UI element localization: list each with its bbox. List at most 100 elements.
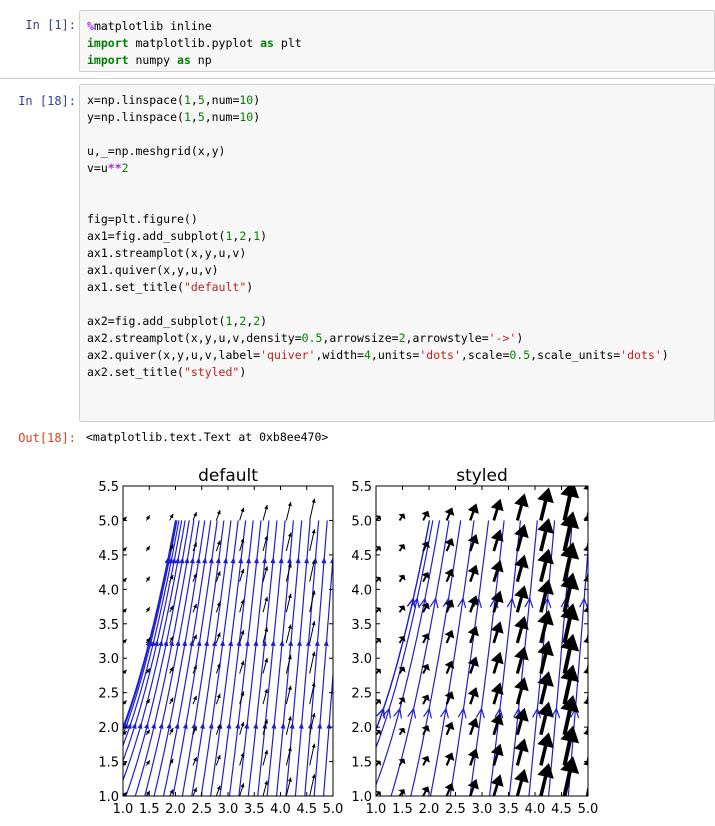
quiver-arrow: [421, 755, 430, 766]
quiver-head: [145, 515, 150, 520]
y-tick-label: 2.5: [351, 687, 372, 702]
quiver-head: [335, 526, 339, 530]
code-token: ,: [190, 93, 198, 107]
quiver-head: [145, 760, 150, 765]
stream-arrow: [137, 722, 143, 729]
x-tick-label: 4.0: [270, 802, 291, 817]
quiver-head: [311, 682, 316, 687]
input-prompt: In [1]:: [25, 18, 76, 32]
plot-area: [376, 486, 598, 796]
quiver-arrow: [332, 762, 333, 766]
quiver-arrow: [490, 621, 504, 644]
quiver-arrow: [398, 513, 406, 521]
y-tick-label: 4.0: [98, 583, 119, 598]
stream-arrow: [174, 557, 180, 564]
code-editor[interactable]: %matplotlib inline import matplotlib.pypl…: [79, 10, 715, 72]
code-line: ax2.streamplot(x,y,u,v,density=0.5,arrow…: [87, 330, 714, 347]
quiver-head: [335, 617, 339, 621]
code-token: 'dots': [419, 348, 461, 362]
streamline: [332, 787, 333, 796]
code-token: 1: [183, 110, 191, 124]
quiver-arrow: [583, 728, 588, 766]
quiver-head: [287, 532, 292, 537]
quiver-head: [335, 709, 339, 713]
code-line: x=np.linspace(1,5,num=10): [87, 92, 714, 109]
code-token: import: [87, 53, 129, 67]
code-token: ): [239, 365, 247, 379]
quiver-arrow: [398, 666, 406, 675]
quiver-arrow: [467, 533, 479, 552]
stream-arrow: [175, 639, 181, 647]
quiver-arrow: [514, 493, 529, 521]
streamline: [587, 788, 588, 796]
code-line: ax1.set_title("default"): [87, 279, 714, 296]
quiver-arrow: [514, 523, 529, 552]
x-tick-label: 4.5: [296, 802, 317, 817]
chart-title: default: [198, 466, 258, 486]
code-token: ): [253, 110, 261, 124]
stream-arrow: [228, 639, 234, 647]
quiver-arrow: [332, 640, 333, 643]
code-token: as: [177, 53, 191, 67]
quiver-arrow: [490, 774, 504, 796]
stream-arrow: [182, 639, 188, 647]
code-token: **: [107, 161, 122, 175]
code-token: u,_=np.meshgrid(x,y): [87, 144, 226, 158]
stream-arrow: [223, 557, 228, 564]
code-line: ax1.quiver(x,y,u,v): [87, 262, 714, 279]
code-token: 'quiver': [260, 348, 316, 362]
quiver-arrow: [537, 640, 554, 674]
code-token: 'dots': [620, 348, 662, 362]
stream-arrow: [211, 639, 217, 647]
code-token: '->': [488, 331, 517, 345]
stream-arrow: [158, 722, 164, 729]
stream-arrow: [166, 722, 172, 729]
code-line: fig=plt.figure(): [87, 211, 714, 228]
quiver-arrow: [467, 778, 479, 796]
stream-arrow: [590, 709, 598, 718]
quiver-arrow: [332, 701, 333, 705]
quiver-head: [311, 743, 316, 748]
code-token: ,scale_units=: [530, 348, 621, 362]
y-tick-label: 3.5: [98, 618, 119, 633]
x-tick-label: 2.0: [165, 802, 186, 817]
stream-arrow: [208, 722, 214, 729]
code-token: ): [661, 348, 669, 362]
quiver-arrow: [421, 694, 430, 705]
code-token: ): [253, 93, 261, 107]
code-editor[interactable]: x=np.linspace(1,5,num=10) y=np.linspace(1…: [79, 84, 715, 422]
quiver-arrow: [332, 793, 333, 796]
quiver-head: [335, 556, 339, 560]
y-tick-label: 1.0: [351, 790, 372, 805]
x-tick-label: 1.5: [139, 802, 160, 817]
quiver-head: [287, 624, 292, 629]
code-cell-2: In [18]: x=np.linspace(1,5,num=10) y=np.l…: [0, 84, 715, 422]
stream-arrow: [163, 639, 169, 647]
y-tick-label: 3.5: [351, 618, 372, 633]
code-token: ax2.set_title(: [87, 365, 184, 379]
code-text[interactable]: %matplotlib inline import matplotlib.pypl…: [87, 18, 714, 69]
cell-divider: [0, 78, 715, 79]
stream-arrow: [204, 639, 210, 647]
code-text[interactable]: x=np.linspace(1,5,num=10) y=np.linspace(1…: [87, 92, 714, 381]
quiver-head: [311, 774, 316, 779]
y-tick-label: 2.0: [351, 721, 372, 736]
code-token: 5: [197, 110, 205, 124]
output-prompt: Out[18]:: [18, 431, 76, 445]
subplot-default: default1.0 1.5 2.0 2.5 3.0 3.5 4.0 4.5 5.01.01.5…: [98, 466, 343, 817]
code-token: ,width=: [315, 348, 364, 362]
axes-frame: [122, 485, 334, 797]
code-token: ,arrowstyle=: [405, 331, 489, 345]
code-line: ax1=fig.add_subplot(1,2,1): [87, 228, 714, 245]
quiver-arrow: [514, 646, 529, 674]
code-token: ax1.streamplot(x,y,u,v): [87, 246, 247, 260]
code-token: 4: [363, 348, 371, 362]
y-tick-label: 1.0: [98, 790, 119, 805]
quiver-head: [335, 771, 339, 775]
stream-arrow: [208, 557, 214, 564]
x-tick-label: 3.5: [498, 802, 519, 817]
quiver-head: [311, 498, 316, 503]
chart-title: styled: [456, 466, 508, 486]
code-token: x=np.linspace(: [87, 93, 184, 107]
code-token: 0.5: [509, 348, 531, 362]
